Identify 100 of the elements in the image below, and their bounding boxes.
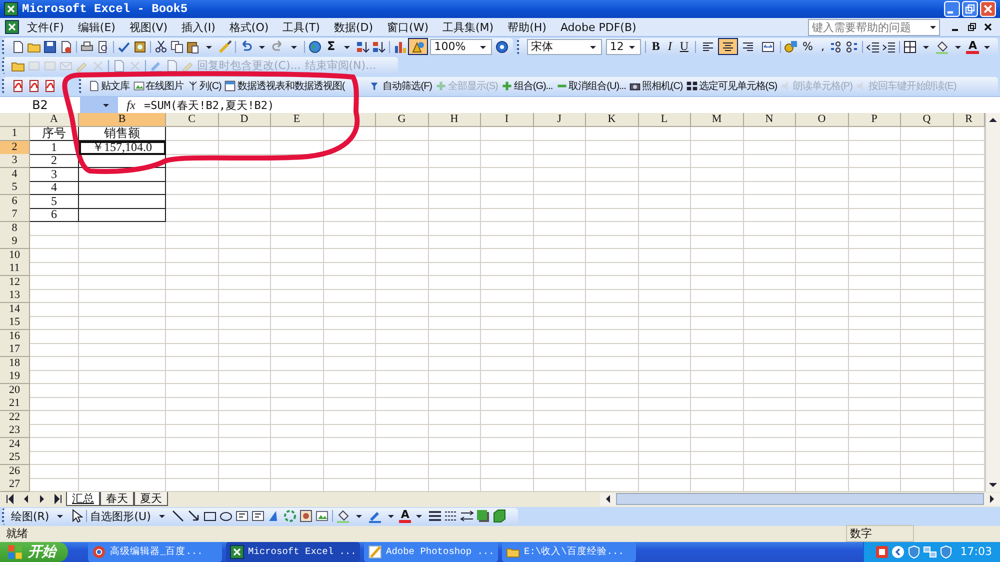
row-header[interactable]: 7 [0, 208, 30, 222]
column-header[interactable]: M [691, 113, 744, 127]
clock: 17:03 [960, 545, 992, 558]
font-field[interactable]: 宋体 [527, 38, 602, 54]
percent-button[interactable]: % [798, 39, 817, 54]
menu-item[interactable]: Adobe PDF(B) [553, 20, 644, 34]
window-title: Microsoft Excel - Book5 [22, 2, 188, 16]
toolbar-item[interactable]: 照相机(C) [642, 78, 685, 92]
help-search-field[interactable]: 键入需要帮助的问题 [808, 18, 940, 36]
row-header[interactable]: 1 [0, 127, 30, 141]
row-header[interactable]: 11 [0, 262, 30, 276]
toolbar-item[interactable]: 取消组合(U)... [568, 78, 628, 92]
menu-item[interactable]: 数据(D) [326, 20, 380, 34]
taskbar-button[interactable]: 高级编辑器_百度... [88, 542, 222, 562]
row-header[interactable]: 26 [0, 464, 30, 478]
row-header[interactable]: 12 [0, 276, 30, 290]
row-header[interactable]: 22 [0, 410, 30, 424]
menu-item[interactable]: 文件(F) [20, 20, 71, 34]
taskbar-button[interactable]: Adobe Photoshop ... [364, 542, 498, 562]
text-style-button[interactable]: B [648, 39, 664, 54]
row-header[interactable]: 15 [0, 316, 30, 330]
toolbar-item[interactable]: 贴文库 [101, 78, 132, 92]
text-style-button[interactable]: U [676, 39, 693, 54]
column-header[interactable]: E [271, 113, 324, 127]
row-header[interactable]: 25 [0, 451, 30, 465]
menu-item[interactable]: 视图(V) [122, 20, 175, 34]
menu-item[interactable]: 窗口(W) [380, 20, 436, 34]
toolbar-item[interactable]: 在线图片 [146, 78, 186, 92]
row-header[interactable]: 2 [0, 140, 30, 154]
draw-menu[interactable]: 绘图(R) [10, 508, 52, 524]
toolbar-item[interactable]: 自动筛选(F) [382, 78, 434, 92]
table-cell[interactable]: 2 [30, 154, 79, 168]
menu-item[interactable]: 编辑(E) [70, 20, 122, 34]
column-header[interactable]: P [848, 113, 901, 127]
table-cell[interactable]: 序号 [30, 127, 79, 141]
font-size-field[interactable]: 12 [606, 38, 641, 54]
row-header[interactable]: 17 [0, 343, 30, 357]
toolbar-item[interactable]: 数据透视表和数据透视图( [237, 78, 347, 92]
row-header[interactable]: 19 [0, 370, 30, 384]
column-header[interactable]: B [79, 113, 166, 127]
column-header[interactable]: G [376, 113, 428, 127]
row-header[interactable]: 5 [0, 181, 30, 195]
column-header[interactable]: C [166, 113, 218, 127]
menu-item[interactable]: 格式(O) [222, 20, 276, 34]
row-header[interactable]: 14 [0, 302, 30, 316]
column-header[interactable]: N [744, 113, 796, 127]
row-header[interactable]: 16 [0, 330, 30, 344]
row-header[interactable]: 9 [0, 235, 30, 249]
column-header[interactable]: L [638, 113, 691, 127]
table-cell[interactable]: 5 [30, 194, 79, 208]
font-color-button[interactable]: A [398, 509, 412, 523]
table-cell[interactable]: 3 [30, 168, 79, 182]
column-header[interactable]: I [481, 113, 534, 127]
sheet-tab[interactable]: 夏天 [134, 492, 168, 506]
table-cell[interactable]: ￥157,104.0 [79, 140, 166, 154]
taskbar-button[interactable]: E:\收入\百度经验... [502, 542, 636, 562]
keyboard-mode-indicator: 数字 [846, 525, 914, 542]
table-cell[interactable]: 6 [30, 208, 79, 222]
autosum-button[interactable]: Σ [323, 39, 340, 54]
column-header[interactable]: Q [901, 113, 954, 127]
menu-item[interactable]: 插入(I) [174, 20, 222, 34]
row-header[interactable]: 23 [0, 424, 30, 438]
row-header[interactable]: 21 [0, 397, 30, 411]
column-header[interactable]: K [586, 113, 638, 127]
formula-field[interactable]: =SUM(春天!B2,夏天!B2) [144, 98, 274, 112]
text-style-button[interactable]: I [664, 39, 676, 54]
column-header[interactable]: O [796, 113, 848, 127]
column-header[interactable]: R [954, 113, 985, 127]
comma-button[interactable]: , [816, 39, 828, 54]
toolbar-item[interactable]: 选定可见单元格(S) [698, 78, 780, 92]
row-header[interactable]: 10 [0, 248, 30, 262]
row-header[interactable]: 8 [0, 222, 30, 236]
column-header[interactable]: A [30, 113, 79, 127]
toolbar-item[interactable]: 列(C) [200, 78, 224, 92]
sheet-tab[interactable]: 汇总 [66, 492, 100, 506]
row-header[interactable]: 4 [0, 168, 30, 182]
column-header[interactable]: J [534, 113, 586, 127]
menu-item[interactable]: 工具集(M) [436, 20, 501, 34]
row-header[interactable]: 6 [0, 194, 30, 208]
menu-item[interactable]: 工具(T) [276, 20, 327, 34]
table-cell[interactable]: 销售额 [79, 127, 166, 141]
toolbar-item[interactable]: 组合(G)... [514, 78, 555, 92]
menu-item[interactable]: 帮助(H) [500, 20, 554, 34]
row-header[interactable]: 27 [0, 478, 30, 492]
table-cell[interactable]: 4 [30, 181, 79, 195]
insert-function-button[interactable]: fx [118, 98, 144, 112]
font-color-button[interactable]: A [966, 40, 979, 54]
row-header[interactable]: 3 [0, 154, 30, 168]
row-header[interactable]: 20 [0, 384, 30, 398]
row-header[interactable]: 18 [0, 356, 30, 370]
column-header[interactable]: H [428, 113, 481, 127]
taskbar-button[interactable]: Microsoft Excel ... [226, 542, 360, 562]
table-cell[interactable]: 1 [30, 140, 79, 154]
row-header[interactable]: 13 [0, 289, 30, 303]
column-header[interactable]: D [218, 113, 271, 127]
name-box[interactable]: B2 [0, 98, 80, 112]
sheet-tab[interactable]: 春天 [100, 492, 134, 506]
autoshapes-menu[interactable]: 自选图形(U) [89, 508, 154, 524]
zoom-field[interactable]: 100% [430, 38, 492, 54]
row-header[interactable]: 24 [0, 438, 30, 452]
